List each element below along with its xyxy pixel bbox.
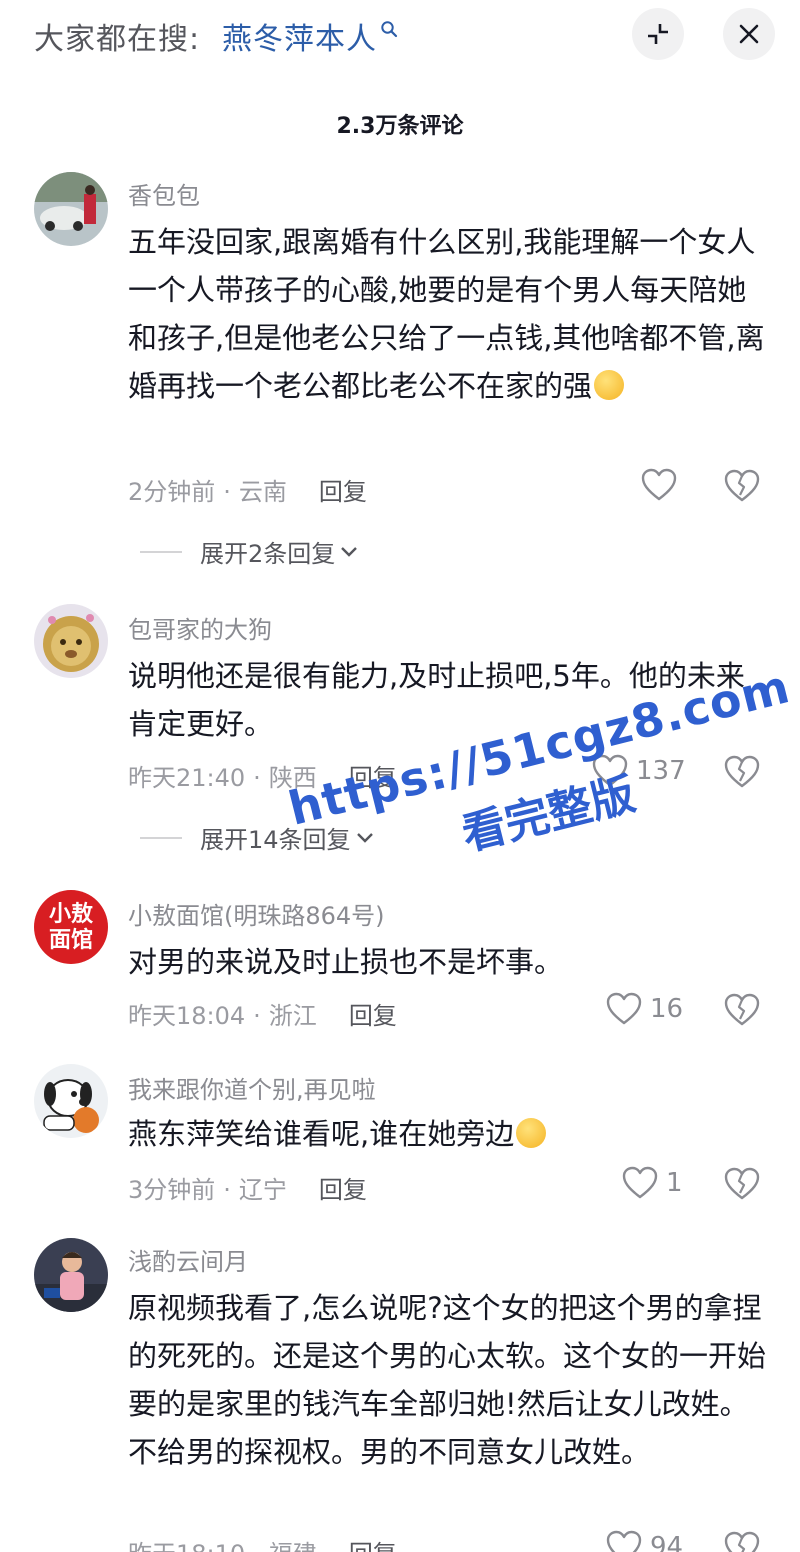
comment-count-title: 2.3万条评论 <box>336 114 464 139</box>
close-icon <box>739 24 759 44</box>
heart-icon <box>606 992 642 1025</box>
like-count: 1 <box>666 1168 683 1198</box>
comment-location: 云南 <box>238 478 287 506</box>
comment-time: 2分钟前 <box>128 478 216 506</box>
broken-heart-icon[interactable] <box>724 754 760 790</box>
comment-location: 陕西 <box>268 764 317 792</box>
search-bar: 大家都在搜: 燕冬萍本人 <box>0 0 800 70</box>
search-prefix: 大家都在搜: <box>34 22 201 57</box>
search-keyword-link[interactable]: 燕冬萍本人 <box>222 14 377 58</box>
comment-time: 昨天18:10 <box>128 1540 245 1552</box>
like-count: 16 <box>650 994 684 1024</box>
minimize-icon <box>648 24 668 44</box>
heart-icon <box>622 1166 658 1199</box>
reply-button[interactable]: 回复 <box>349 1002 397 1030</box>
comment-username[interactable]: 浅酌云间月 <box>128 1242 248 1277</box>
comment-meta: 2分钟前 · 云南 回复 <box>128 478 367 506</box>
comment-content: 原视频我看了,怎么说呢?这个女的把这个男的拿捏的死死的。还是这个男的心太软。这个… <box>128 1291 767 1469</box>
heart-icon <box>606 1530 642 1552</box>
chevron-down-icon <box>356 832 373 843</box>
comment-content: 燕东萍笑给谁看呢,谁在她旁边 <box>128 1110 768 1158</box>
heart-icon <box>592 754 628 787</box>
comment-username[interactable]: 包哥家的大狗 <box>128 610 272 645</box>
like-button[interactable]: 137 <box>592 754 686 788</box>
reply-button[interactable]: 回复 <box>349 764 397 792</box>
pleading-emoji-icon <box>594 370 625 400</box>
comment-time: 3分钟前 <box>128 1176 216 1204</box>
like-count: 137 <box>636 756 686 786</box>
comment-username[interactable]: 我来跟你道个别,再见啦 <box>128 1070 376 1105</box>
comment-meta: 3分钟前 · 辽宁 回复 <box>128 1176 367 1204</box>
comment-content: 说明他还是很有能力,及时止损吧,5年。他的未来肯定更好。 <box>128 659 745 741</box>
avatar[interactable] <box>34 1238 108 1312</box>
comment-location: 辽宁 <box>238 1176 287 1204</box>
comment-location: 福建 <box>269 1540 317 1552</box>
comment-content: 对男的来说及时止损也不是坏事。 <box>128 945 564 979</box>
expand-replies-button[interactable]: 展开2条回复 <box>140 534 359 569</box>
comments-page: 大家都在搜: 燕冬萍本人 2.3万条评论 香包包 五年没回家,跟离婚有什么区别,… <box>0 0 800 1552</box>
chevron-down-icon <box>341 546 358 557</box>
avatar[interactable] <box>34 604 108 678</box>
minimize-button[interactable] <box>632 8 684 60</box>
reply-button[interactable]: 回复 <box>319 1176 367 1204</box>
broken-heart-icon[interactable] <box>724 992 760 1028</box>
comment-location: 浙江 <box>268 1002 317 1030</box>
broken-heart-icon[interactable] <box>724 468 760 504</box>
expand-replies-label: 展开14条回复 <box>200 826 351 854</box>
avatar[interactable] <box>34 172 108 246</box>
avatar[interactable]: 小敖 面馆 <box>34 890 108 964</box>
reply-button[interactable]: 回复 <box>319 478 367 506</box>
broken-heart-icon[interactable] <box>724 1166 760 1202</box>
comment-time: 昨天18:04 <box>128 1002 246 1030</box>
avatar-text-line: 小敖 <box>48 901 93 927</box>
heart-icon <box>641 468 677 501</box>
like-button[interactable] <box>641 468 685 502</box>
avatar-text-line: 面馆 <box>48 927 93 953</box>
reply-button[interactable]: 回复 <box>349 1540 397 1552</box>
comment-content: 五年没回家,跟离婚有什么区别,我能理解一个女人一个人带孩子的心酸,她要的是有个男… <box>128 225 765 403</box>
like-button[interactable]: 94 <box>606 1530 683 1552</box>
like-count: 94 <box>650 1532 684 1552</box>
expand-replies-label: 展开2条回复 <box>200 540 336 568</box>
comment-meta: 昨天21:40 · 陕西 回复 <box>128 764 397 792</box>
close-button[interactable] <box>723 8 775 60</box>
comment-username[interactable]: 香包包 <box>128 176 200 211</box>
expand-replies-button[interactable]: 展开14条回复 <box>140 820 375 855</box>
comment-username[interactable]: 小敖面馆(明珠路864号) <box>128 896 385 931</box>
broken-heart-icon[interactable] <box>724 1530 760 1552</box>
avatar[interactable] <box>34 1064 108 1138</box>
comment-time: 昨天21:40 <box>128 764 246 792</box>
like-button[interactable]: 16 <box>606 992 683 1026</box>
like-button[interactable]: 1 <box>622 1166 683 1200</box>
comment-meta: 昨天18:10·福建回复 <box>128 1534 397 1552</box>
thinking-emoji-icon <box>516 1118 547 1148</box>
search-icon[interactable] <box>380 20 398 38</box>
comment-meta: 昨天18:04 · 浙江 回复 <box>128 1002 397 1030</box>
